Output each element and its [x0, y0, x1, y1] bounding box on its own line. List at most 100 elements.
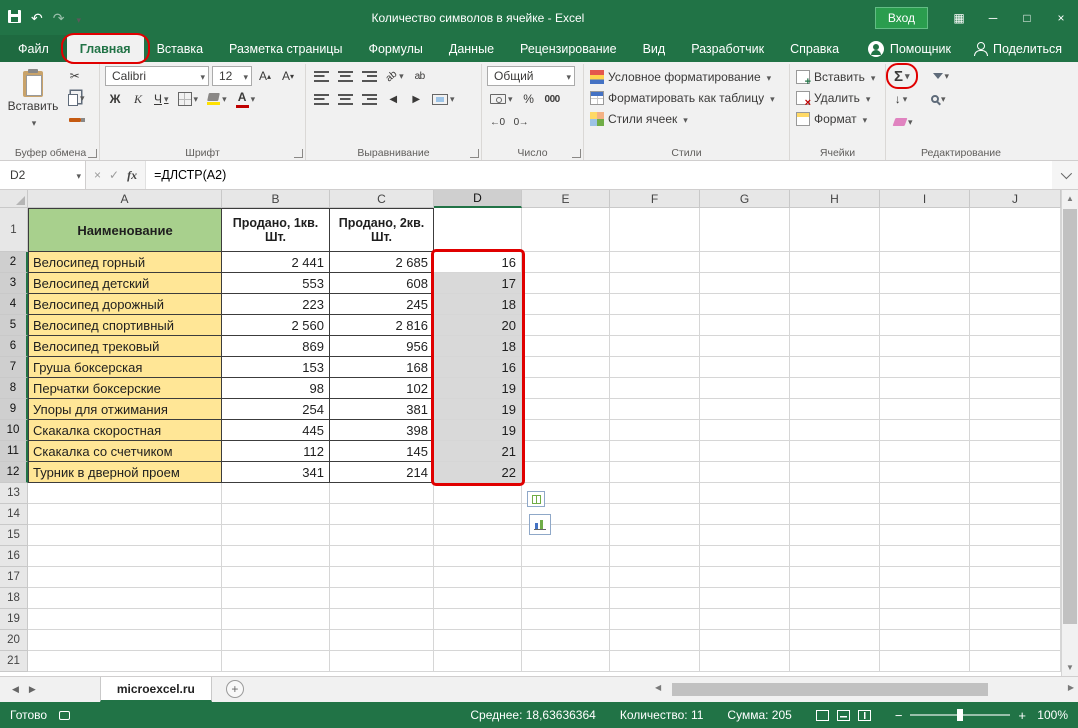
align-bottom-button[interactable]	[359, 66, 380, 86]
zoom-slider-handle[interactable]	[957, 709, 963, 721]
cell-E4[interactable]	[522, 294, 610, 315]
enter-entry-button[interactable]: ✓	[109, 168, 119, 182]
minimize-button[interactable]: ─	[976, 0, 1010, 35]
previous-sheet-button[interactable]: ◀	[12, 684, 19, 695]
cell-F6[interactable]	[610, 336, 700, 357]
cell-H16[interactable]	[790, 546, 880, 567]
cell-E6[interactable]	[522, 336, 610, 357]
cell-C20[interactable]	[330, 630, 434, 651]
maximize-button[interactable]: □	[1010, 0, 1044, 35]
cell-I16[interactable]	[880, 546, 970, 567]
cell-B10[interactable]: 445	[222, 420, 330, 441]
cell-E1[interactable]	[522, 208, 610, 252]
insert-function-button[interactable]: fx	[127, 168, 137, 183]
cell-styles-button[interactable]: Стили ячеек	[589, 108, 784, 129]
cell-D2[interactable]: 16	[434, 252, 522, 273]
increase-font-size-button[interactable]: А	[255, 66, 275, 86]
zoom-in-button[interactable]: +	[1018, 709, 1026, 722]
cell-F4[interactable]	[610, 294, 700, 315]
cell-C9[interactable]: 381	[330, 399, 434, 420]
borders-button[interactable]	[175, 89, 202, 109]
cell-D3[interactable]: 17	[434, 273, 522, 294]
cell-F18[interactable]	[610, 588, 700, 609]
row-header-18[interactable]: 18	[0, 588, 28, 609]
cell-F2[interactable]	[610, 252, 700, 273]
page-break-view-button[interactable]	[858, 710, 871, 721]
cell-B14[interactable]	[222, 504, 330, 525]
clear-button[interactable]	[891, 112, 916, 132]
cell-G2[interactable]	[700, 252, 790, 273]
share-button[interactable]: Поделиться	[973, 42, 1062, 56]
cancel-entry-button[interactable]: ×	[94, 168, 101, 182]
cell-J13[interactable]	[970, 483, 1061, 504]
cell-G4[interactable]	[700, 294, 790, 315]
cell-C6[interactable]: 956	[330, 336, 434, 357]
cell-E11[interactable]	[522, 441, 610, 462]
cell-E2[interactable]	[522, 252, 610, 273]
cell-H20[interactable]	[790, 630, 880, 651]
cell-E17[interactable]	[522, 567, 610, 588]
cell-D5[interactable]: 20	[434, 315, 522, 336]
cell-E16[interactable]	[522, 546, 610, 567]
percent-style-button[interactable]: %	[519, 89, 539, 109]
row-header-5[interactable]: 5	[0, 315, 28, 336]
cell-G20[interactable]	[700, 630, 790, 651]
cell-H1[interactable]	[790, 208, 880, 252]
cell-C17[interactable]	[330, 567, 434, 588]
row-header-20[interactable]: 20	[0, 630, 28, 651]
bold-button[interactable]: Ж	[105, 89, 125, 109]
decrease-indent-button[interactable]: ◀	[383, 89, 403, 109]
cell-E9[interactable]	[522, 399, 610, 420]
comma-style-button[interactable]: 000	[542, 89, 563, 109]
cell-D4[interactable]: 18	[434, 294, 522, 315]
cell-A4[interactable]: Велосипед дорожный	[28, 294, 222, 315]
cell-A15[interactable]	[28, 525, 222, 546]
cell-G13[interactable]	[700, 483, 790, 504]
cell-D11[interactable]: 21	[434, 441, 522, 462]
cell-G5[interactable]	[700, 315, 790, 336]
cell-E19[interactable]	[522, 609, 610, 630]
increase-indent-button[interactable]: ▶	[406, 89, 426, 109]
redo-button[interactable]: ↷	[53, 11, 65, 25]
cell-F21[interactable]	[610, 651, 700, 672]
italic-button[interactable]: К	[128, 89, 148, 109]
cell-J10[interactable]	[970, 420, 1061, 441]
cell-I11[interactable]	[880, 441, 970, 462]
cell-D18[interactable]	[434, 588, 522, 609]
cell-B20[interactable]	[222, 630, 330, 651]
cell-B1[interactable]: Продано, 1кв. Шт.	[222, 208, 330, 252]
cell-D1[interactable]	[434, 208, 522, 252]
cell-B8[interactable]: 98	[222, 378, 330, 399]
cell-D12[interactable]: 22	[434, 462, 522, 483]
row-header-1[interactable]: 1	[0, 208, 28, 252]
cell-F19[interactable]	[610, 609, 700, 630]
save-button[interactable]	[8, 10, 21, 25]
cell-H17[interactable]	[790, 567, 880, 588]
cell-D16[interactable]	[434, 546, 522, 567]
cell-G17[interactable]	[700, 567, 790, 588]
zoom-level[interactable]: 100%	[1034, 708, 1068, 722]
vertical-scrollbar-thumb[interactable]	[1063, 209, 1077, 624]
cell-I9[interactable]	[880, 399, 970, 420]
cell-G10[interactable]	[700, 420, 790, 441]
cell-A3[interactable]: Велосипед детский	[28, 273, 222, 294]
cell-J12[interactable]	[970, 462, 1061, 483]
cell-J2[interactable]	[970, 252, 1061, 273]
number-dialog-launcher-icon[interactable]	[572, 149, 581, 158]
cell-J11[interactable]	[970, 441, 1061, 462]
cell-G15[interactable]	[700, 525, 790, 546]
row-header-9[interactable]: 9	[0, 399, 28, 420]
cell-H12[interactable]	[790, 462, 880, 483]
cell-D13[interactable]	[434, 483, 522, 504]
cell-C11[interactable]: 145	[330, 441, 434, 462]
number-format-select[interactable]: Общий	[487, 66, 575, 86]
macro-record-icon[interactable]	[59, 711, 70, 720]
find-select-button[interactable]	[928, 89, 949, 109]
column-header-B[interactable]: B	[222, 190, 330, 208]
font-size-select[interactable]: 12	[212, 66, 252, 86]
cell-E7[interactable]	[522, 357, 610, 378]
cell-C16[interactable]	[330, 546, 434, 567]
cell-E21[interactable]	[522, 651, 610, 672]
cell-J15[interactable]	[970, 525, 1061, 546]
row-header-17[interactable]: 17	[0, 567, 28, 588]
